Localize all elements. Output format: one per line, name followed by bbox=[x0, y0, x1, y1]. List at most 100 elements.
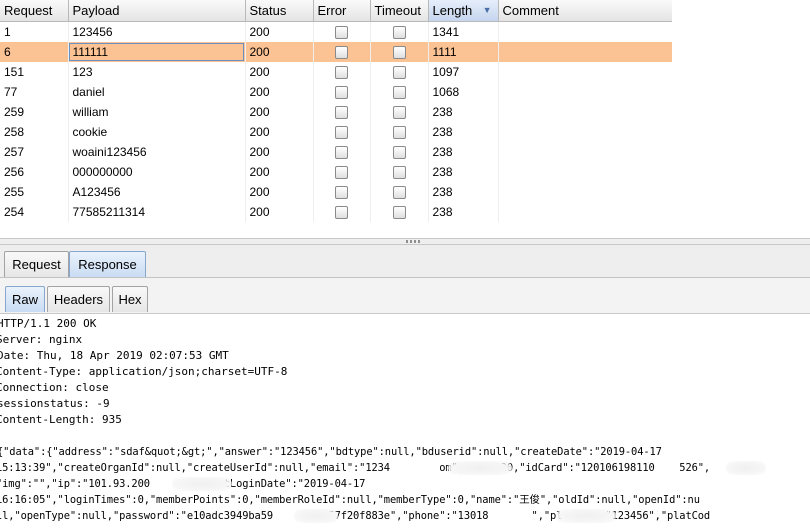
table-row[interactable]: 258 cookie 200 238 bbox=[0, 122, 672, 142]
response-header-line: Server: nginx bbox=[0, 333, 83, 346]
error-checkbox[interactable] bbox=[335, 106, 348, 120]
error-cell bbox=[313, 42, 371, 62]
table-row[interactable]: 254 77585211314 200 238 bbox=[0, 202, 672, 222]
response-status-line: HTTP/1.1 200 OK bbox=[0, 317, 97, 330]
timeout-cell bbox=[370, 62, 429, 82]
table-row[interactable]: 77 daniel 200 1068 bbox=[0, 82, 672, 102]
table-header-row: Request Payload Status Error Timeout Len… bbox=[0, 0, 672, 22]
comment-cell bbox=[498, 122, 672, 142]
error-checkbox[interactable] bbox=[335, 126, 348, 140]
redaction-smudge bbox=[448, 461, 512, 475]
response-header-line: Content-Type: application/json;charset=U… bbox=[0, 365, 288, 378]
request-cell: 254 bbox=[0, 202, 69, 222]
payload-cell: 77585211314 bbox=[68, 202, 246, 222]
length-cell: 238 bbox=[428, 102, 499, 122]
timeout-checkbox[interactable] bbox=[392, 46, 406, 60]
redaction-smudge bbox=[294, 509, 338, 523]
length-cell: 238 bbox=[428, 122, 499, 142]
timeout-checkbox[interactable] bbox=[392, 206, 406, 220]
error-checkbox[interactable] bbox=[335, 146, 348, 160]
length-cell: 1111 bbox=[428, 42, 499, 62]
timeout-checkbox[interactable] bbox=[392, 126, 406, 140]
status-cell: 200 bbox=[245, 21, 314, 42]
timeout-cell bbox=[370, 142, 429, 162]
timeout-cell bbox=[370, 202, 429, 222]
request-cell: 259 bbox=[0, 102, 69, 122]
error-cell bbox=[313, 102, 371, 122]
payload-cell: 111111 bbox=[68, 42, 246, 62]
column-header-length[interactable]: Length ▼ bbox=[428, 0, 499, 22]
timeout-checkbox[interactable] bbox=[392, 86, 406, 100]
comment-cell bbox=[498, 62, 672, 82]
timeout-checkbox[interactable] bbox=[392, 146, 406, 160]
request-cell: 77 bbox=[0, 82, 69, 102]
error-checkbox[interactable] bbox=[335, 186, 348, 200]
length-cell: 238 bbox=[428, 182, 499, 202]
table-row[interactable]: 259 william 200 238 bbox=[0, 102, 672, 122]
tab-hex[interactable]: Hex bbox=[112, 286, 148, 312]
results-table: Request Payload Status Error Timeout Len… bbox=[0, 0, 672, 238]
tab-raw[interactable]: Raw bbox=[5, 286, 45, 312]
tab-headers[interactable]: Headers bbox=[47, 286, 110, 312]
error-checkbox[interactable] bbox=[335, 206, 348, 220]
column-header-error[interactable]: Error bbox=[313, 0, 371, 22]
timeout-cell bbox=[370, 82, 429, 102]
request-cell: 255 bbox=[0, 182, 69, 202]
request-cell: 258 bbox=[0, 122, 69, 142]
message-tab-bar: Request Response bbox=[0, 245, 810, 278]
comment-cell bbox=[498, 102, 672, 122]
payload-cell: A123456 bbox=[68, 182, 246, 202]
tab-request[interactable]: Request bbox=[4, 251, 69, 277]
sort-descending-icon: ▼ bbox=[482, 5, 492, 15]
table-row[interactable]: 151 123 200 1097 bbox=[0, 62, 672, 82]
table-row[interactable]: 257 woaini123456 200 238 bbox=[0, 142, 672, 162]
error-cell bbox=[313, 122, 371, 142]
error-checkbox[interactable] bbox=[335, 86, 348, 100]
column-header-payload[interactable]: Payload bbox=[68, 0, 246, 22]
status-cell: 200 bbox=[245, 182, 314, 202]
response-header-line: Date: Thu, 18 Apr 2019 02:07:53 GMT bbox=[0, 349, 229, 362]
raw-response-editor[interactable]: HTTP/1.1 200 OK Server: nginx Date: Thu,… bbox=[0, 314, 810, 531]
payload-cell: woaini123456 bbox=[68, 142, 246, 162]
status-cell: 200 bbox=[245, 62, 314, 82]
table-row[interactable]: 1 123456 200 1341 bbox=[0, 21, 672, 42]
timeout-checkbox[interactable] bbox=[392, 186, 406, 200]
tab-response[interactable]: Response bbox=[69, 251, 146, 277]
comment-cell bbox=[498, 182, 672, 202]
request-cell: 151 bbox=[0, 62, 69, 82]
table-row[interactable]: 255 A123456 200 238 bbox=[0, 182, 672, 202]
error-checkbox[interactable] bbox=[335, 46, 348, 60]
error-checkbox[interactable] bbox=[335, 26, 348, 40]
table-row[interactable]: 6 111111 200 1111 bbox=[0, 42, 672, 62]
status-cell: 200 bbox=[245, 42, 314, 62]
length-cell: 238 bbox=[428, 202, 499, 222]
error-cell bbox=[313, 62, 371, 82]
column-header-status[interactable]: Status bbox=[245, 0, 314, 22]
column-header-request[interactable]: Request bbox=[0, 0, 69, 22]
table-row[interactable]: 256 000000000 200 238 bbox=[0, 162, 672, 182]
payload-cell: daniel bbox=[68, 82, 246, 102]
error-checkbox[interactable] bbox=[335, 66, 348, 80]
timeout-checkbox[interactable] bbox=[392, 106, 406, 120]
length-cell: 1068 bbox=[428, 82, 499, 102]
timeout-checkbox[interactable] bbox=[392, 66, 406, 80]
timeout-checkbox[interactable] bbox=[392, 26, 406, 40]
request-cell: 1 bbox=[0, 21, 69, 42]
request-cell: 6 bbox=[0, 42, 69, 62]
error-cell bbox=[313, 162, 371, 182]
timeout-cell bbox=[370, 102, 429, 122]
response-header-line: sessionstatus: -9 bbox=[0, 397, 110, 410]
column-header-timeout[interactable]: Timeout bbox=[370, 0, 429, 22]
timeout-checkbox[interactable] bbox=[392, 166, 406, 180]
splitter-grip-icon[interactable] bbox=[406, 240, 420, 243]
response-body-line: 16:16:05","loginTimes":0,"memberPoints":… bbox=[0, 494, 700, 506]
timeout-cell bbox=[370, 122, 429, 142]
status-cell: 200 bbox=[245, 162, 314, 182]
column-header-comment[interactable]: Comment bbox=[498, 0, 672, 22]
timeout-cell bbox=[370, 182, 429, 202]
error-checkbox[interactable] bbox=[335, 166, 348, 180]
pane-splitter[interactable] bbox=[0, 238, 810, 245]
comment-cell bbox=[498, 42, 672, 62]
length-cell: 238 bbox=[428, 142, 499, 162]
status-cell: 200 bbox=[245, 142, 314, 162]
